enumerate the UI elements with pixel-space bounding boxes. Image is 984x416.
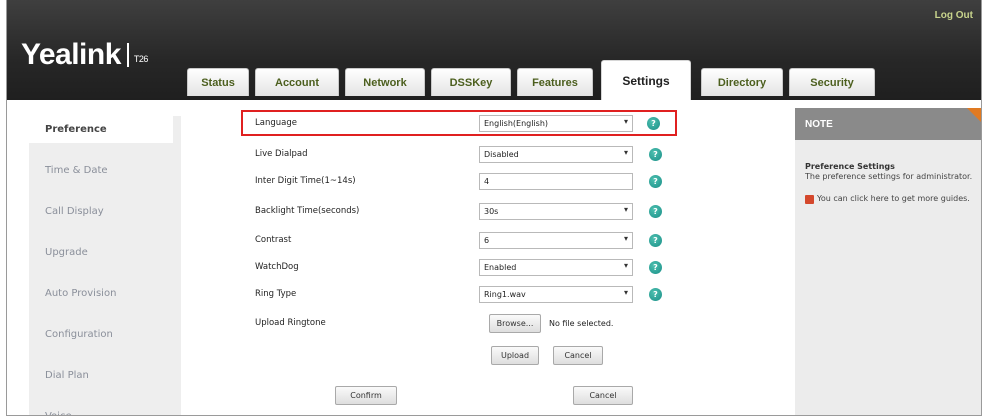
chevron-down-icon: ▾	[623, 147, 628, 157]
sidebar-item-time-date[interactable]: Time & Date	[29, 157, 181, 184]
contrast-value: 6	[484, 235, 490, 245]
backlight-time-label: Backlight Time(seconds)	[255, 206, 360, 216]
ring-type-value: Ring1.wav	[484, 289, 526, 299]
contrast-row: Contrast 6 ▾ ?	[243, 227, 673, 253]
watchdog-row: WatchDog Enabled ▾ ?	[243, 254, 673, 280]
sidebar-item-auto-provision[interactable]: Auto Provision	[29, 280, 181, 307]
sidebar-item-preference[interactable]: Preference	[29, 116, 173, 143]
note-tip-text[interactable]: You can click here to get more guides.	[817, 194, 970, 203]
ring-type-row: Ring Type Ring1.wav ▾ ?	[243, 281, 673, 307]
live-dialpad-row: Live Dialpad Disabled ▾ ?	[243, 141, 673, 167]
tab-account[interactable]: Account	[255, 68, 339, 96]
logout-link[interactable]: Log Out	[935, 10, 973, 21]
browse-button[interactable]: Browse...	[489, 314, 541, 333]
tab-directory[interactable]: Directory	[701, 68, 783, 96]
backlight-time-row: Backlight Time(seconds) 30s ▾ ?	[243, 198, 673, 224]
inter-digit-time-label: Inter Digit Time(1~14s)	[255, 176, 356, 186]
logo-separator	[126, 43, 129, 67]
language-value: English(English)	[484, 118, 549, 128]
chevron-down-icon: ▾	[623, 287, 628, 297]
browser-page: Yealink T26 Log Out Status Account Networ…	[6, 0, 982, 416]
cancel-button[interactable]: Cancel	[573, 386, 633, 405]
sidebar-item-dial-plan[interactable]: Dial Plan	[29, 362, 181, 389]
chevron-down-icon: ▾	[623, 260, 628, 270]
backlight-time-value: 30s	[484, 206, 499, 216]
model-name: T26	[133, 54, 149, 64]
inter-digit-time-row: Inter Digit Time(1~14s) 4 ?	[243, 168, 673, 194]
tab-bar: Status Account Network DSSKey Features S…	[187, 60, 981, 100]
help-icon[interactable]: ?	[649, 174, 662, 188]
sidebar-item-upgrade[interactable]: Upgrade	[29, 239, 181, 266]
settings-form: Language English(English) ▾ ? Live Dialpa…	[187, 106, 787, 415]
upload-ringtone-row: Upload Ringtone Browse... No file select…	[243, 310, 673, 336]
note-body: Preference Settings The preference setti…	[795, 140, 981, 415]
help-icon[interactable]: ?	[649, 204, 662, 218]
upload-button[interactable]: Upload	[491, 346, 539, 365]
upload-cancel-button[interactable]: Cancel	[553, 346, 603, 365]
contrast-select[interactable]: 6 ▾	[479, 231, 633, 249]
note-text: The preference settings for administrato…	[805, 172, 973, 181]
help-icon[interactable]: ?	[649, 287, 662, 301]
inter-digit-time-value: 4	[484, 176, 490, 186]
page-header: Yealink T26 Log Out Status Account Networ…	[7, 0, 981, 100]
language-label: Language	[255, 118, 297, 128]
sidebar-item-configuration[interactable]: Configuration	[29, 321, 181, 348]
live-dialpad-select[interactable]: Disabled ▾	[479, 145, 633, 163]
watchdog-value: Enabled	[484, 262, 517, 272]
tab-status[interactable]: Status	[187, 68, 249, 96]
watchdog-select[interactable]: Enabled ▾	[479, 258, 633, 276]
note-panel: NOTE Preference Settings The preference …	[795, 108, 981, 415]
ring-type-select[interactable]: Ring1.wav ▾	[479, 285, 633, 303]
tab-dsskey[interactable]: DSSKey	[431, 68, 511, 96]
note-title: Preference Settings	[805, 162, 895, 171]
live-dialpad-label: Live Dialpad	[255, 149, 308, 159]
language-row: Language English(English) ▾ ?	[241, 110, 677, 136]
upload-ringtone-label: Upload Ringtone	[255, 318, 326, 328]
note-header-label: NOTE	[805, 118, 833, 130]
note-header: NOTE	[795, 108, 981, 140]
chevron-down-icon: ▾	[623, 204, 628, 214]
ring-type-label: Ring Type	[255, 289, 297, 299]
sidebar-item-call-display[interactable]: Call Display	[29, 198, 181, 225]
help-icon[interactable]: ?	[649, 260, 662, 274]
live-dialpad-value: Disabled	[484, 149, 519, 159]
watchdog-label: WatchDog	[255, 262, 299, 272]
language-select[interactable]: English(English) ▾	[479, 114, 633, 132]
help-icon[interactable]: ?	[649, 233, 662, 247]
backlight-time-select[interactable]: 30s ▾	[479, 202, 633, 220]
help-icon[interactable]: ?	[647, 116, 660, 130]
brand-name: Yealink	[21, 38, 121, 71]
tab-security[interactable]: Security	[789, 68, 875, 96]
chevron-down-icon: ▾	[623, 116, 628, 126]
confirm-button[interactable]: Confirm	[335, 386, 397, 405]
tab-network[interactable]: Network	[345, 68, 425, 96]
sidebar: Preference Time & Date Call Display Upgr…	[29, 116, 181, 415]
note-corner-decoration	[967, 108, 981, 124]
inter-digit-time-input[interactable]: 4	[479, 172, 633, 190]
file-status: No file selected.	[549, 318, 614, 328]
help-icon[interactable]: ?	[649, 147, 662, 161]
tab-features[interactable]: Features	[517, 68, 593, 96]
guide-icon	[805, 195, 814, 204]
sidebar-item-voice[interactable]: Voice	[29, 403, 181, 415]
note-tip-link[interactable]: You can click here to get more guides.	[805, 194, 973, 204]
contrast-label: Contrast	[255, 235, 292, 245]
tab-settings[interactable]: Settings	[601, 60, 691, 100]
yealink-logo: Yealink T26	[21, 38, 148, 72]
chevron-down-icon: ▾	[623, 233, 628, 243]
